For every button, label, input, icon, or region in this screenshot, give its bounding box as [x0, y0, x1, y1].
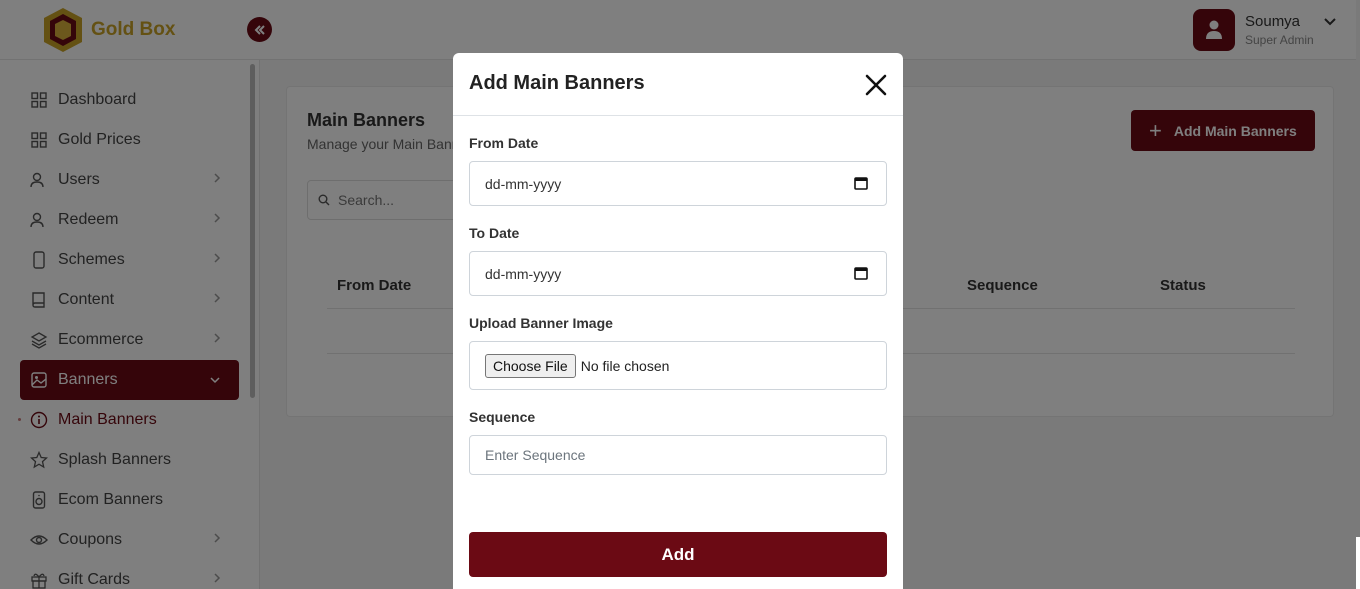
upload-banner-image-label: Upload Banner Image — [469, 315, 613, 331]
to-date-label: To Date — [469, 225, 520, 241]
from-date-input[interactable]: dd-mm-yyyy — [469, 161, 887, 206]
to-date-input[interactable]: dd-mm-yyyy — [469, 251, 887, 296]
modal-header: Add Main Banners — [453, 53, 903, 116]
choose-file-button[interactable]: Choose File — [485, 353, 576, 378]
file-status-text: No file chosen — [580, 357, 670, 374]
sequence-input[interactable]: Enter Sequence — [469, 435, 887, 475]
to-date-value: dd-mm-yyyy — [485, 265, 562, 282]
add-button[interactable]: Add — [469, 532, 887, 577]
calendar-icon[interactable] — [854, 176, 868, 190]
close-icon[interactable] — [863, 72, 889, 98]
modal-title: Add Main Banners — [469, 72, 645, 94]
from-date-label: From Date — [469, 135, 539, 151]
page-edge-shade — [1356, 0, 1360, 537]
upload-banner-image-input[interactable]: Choose File No file chosen — [469, 341, 887, 390]
calendar-icon[interactable] — [854, 266, 868, 280]
sequence-placeholder: Enter Sequence — [485, 447, 586, 463]
sequence-label: Sequence — [469, 409, 536, 425]
add-main-banners-modal: Add Main Banners From Date dd-mm-yyyy To… — [453, 53, 903, 589]
from-date-value: dd-mm-yyyy — [485, 175, 562, 192]
